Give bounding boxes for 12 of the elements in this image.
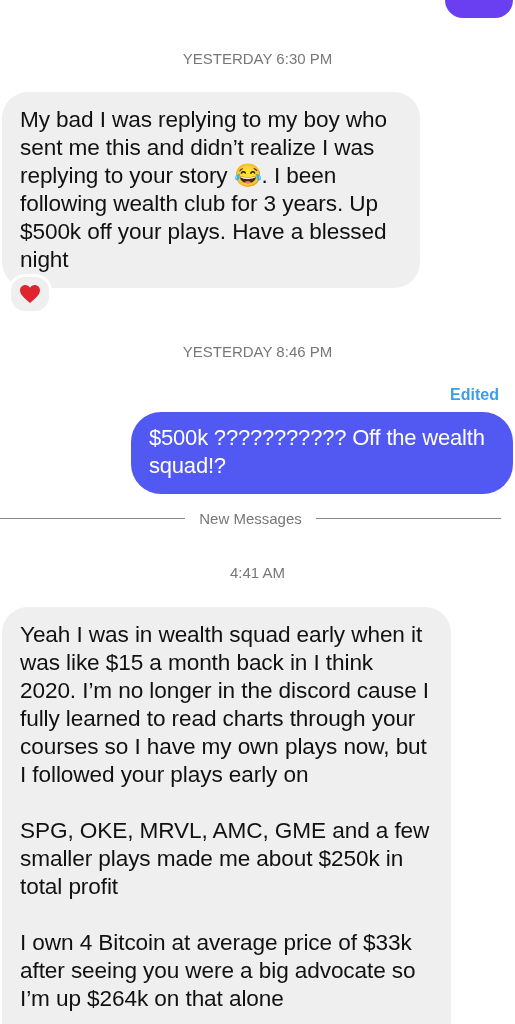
message-text: My bad I was replying to my boy who sent me this and didn’t realize I was replying to your story 😂. I been following wealth club for 3 years. Up $500k off your plays. Have a blessed night bbox=[20, 106, 388, 274]
message-text: SPG, OKE, MRVL, AMC, GME and a few smaller plays made me about $250k in total profit bbox=[20, 817, 431, 901]
edited-label: Edited bbox=[450, 386, 499, 404]
new-messages-label: New Messages bbox=[199, 510, 302, 527]
timestamp: 4:41 AM bbox=[229, 563, 285, 583]
timestamp: YESTERDAY 8:46 PM bbox=[182, 342, 333, 362]
message-bubble bbox=[445, 0, 513, 18]
timestamp: YESTERDAY 6:30 PM bbox=[182, 49, 333, 69]
heart-icon[interactable] bbox=[8, 274, 52, 314]
message-text: I own 4 Bitcoin at average price of $33k after seeing you were a big advocate so I’m up $264k on that alone bbox=[20, 929, 417, 1013]
message-text: $500k ??????????? Off the wealth squad!? bbox=[149, 424, 486, 480]
message-text: Yeah I was in wealth squad early when it was like $15 a month back in I think 2020. I’m no longer in the discord cause I fully learned to read charts through your courses so I have my own plays now, but I followed your plays early on bbox=[20, 621, 430, 789]
